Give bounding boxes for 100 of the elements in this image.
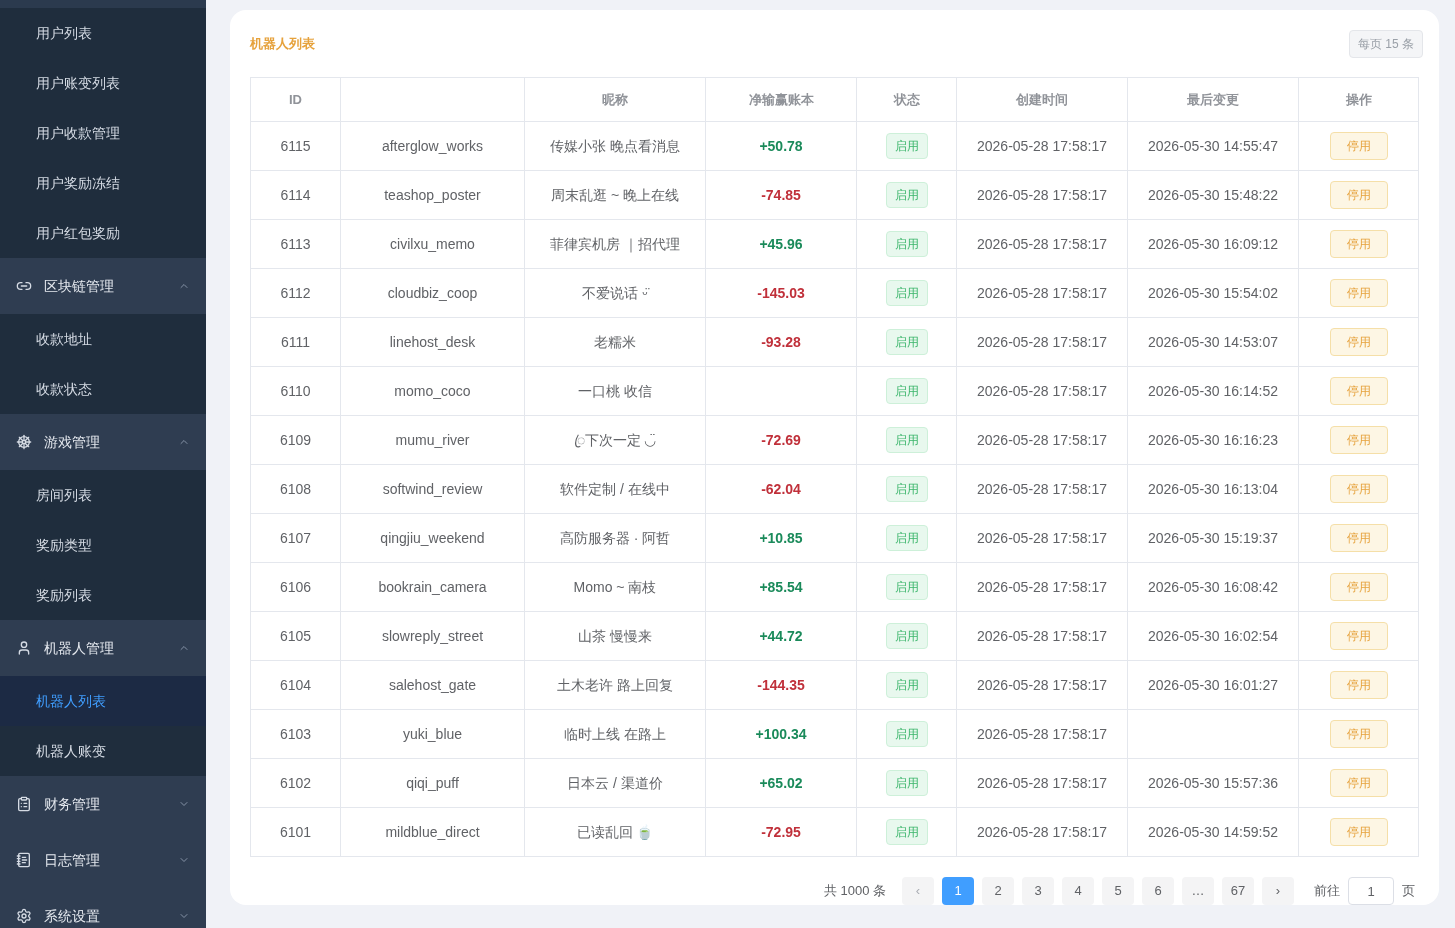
table-cell: slowreply_street (340, 611, 525, 661)
table-cell: 2026-05-28 17:58:17 (956, 611, 1128, 661)
table-cell: 2026-05-30 16:13:04 (1127, 464, 1299, 514)
table-cell: 2026-05-30 16:01:27 (1127, 660, 1299, 710)
status-tag: 启用 (885, 476, 928, 502)
table-cell: 高防服务器 · 阿哲 (524, 513, 706, 563)
page-button[interactable]: … (1182, 877, 1214, 905)
table-cell: 一口桃 收信 (524, 366, 706, 416)
status-tag: 启用 (885, 819, 928, 845)
table-cell: 6115 (250, 121, 341, 171)
table-cell: qiqi_puff (340, 758, 525, 808)
table-cell: 2026-05-28 17:58:17 (956, 317, 1128, 367)
table-cell: 2026-05-30 15:19:37 (1127, 513, 1299, 563)
table-cell: 6101 (250, 807, 341, 857)
page-button[interactable]: 67 (1222, 877, 1254, 905)
next-page-button[interactable]: › (1262, 877, 1294, 905)
page-size-badge: 每页 15 条 (1349, 29, 1423, 58)
table-cell: -93.28 (705, 317, 857, 367)
status-tag: 启用 (885, 133, 928, 159)
wheel-icon (16, 434, 32, 450)
status-tag: 启用 (885, 182, 928, 208)
menu-group[interactable]: 财务管理 (0, 776, 206, 832)
table-cell: 2026-05-30 15:48:22 (1127, 170, 1299, 220)
clipboard-icon (16, 796, 32, 812)
table-cell: 周末乱逛 ~ 晚上在线 (524, 170, 706, 220)
column-header: 最后变更 (1127, 77, 1299, 122)
column-header: 净输赢账本 (705, 77, 857, 122)
table-cell: 2026-05-28 17:58:17 (956, 415, 1128, 465)
table-cell: 6102 (250, 758, 341, 808)
status-tag: 启用 (885, 427, 928, 453)
table-cell: 6104 (250, 660, 341, 710)
status-tag: 启用 (885, 525, 928, 551)
menu-group[interactable]: 游戏管理 (0, 414, 206, 470)
table-cell: 2026-05-30 16:09:12 (1127, 219, 1299, 269)
table-cell: +10.85 (705, 513, 857, 563)
page-input[interactable]: 1 (1348, 877, 1394, 905)
table-cell: salehost_gate (340, 660, 525, 710)
table-cell: 2026-05-28 17:58:17 (956, 464, 1128, 514)
table-cell: 山茶 慢慢来 (524, 611, 706, 661)
table-cell: -72.69 (705, 415, 857, 465)
table-cell: +44.72 (705, 611, 857, 661)
menu-group[interactable]: 机器人管理 (0, 620, 206, 676)
table-cell: 2026-05-28 17:58:17 (956, 807, 1128, 857)
table-cell: 2026-05-30 16:02:54 (1127, 611, 1299, 661)
menu-item[interactable]: 机器人列表 (0, 676, 206, 726)
table-cell: 软件定制 / 在线中 (524, 464, 706, 514)
table-cell: 6114 (250, 170, 341, 220)
table-cell: bookrain_camera (340, 562, 525, 612)
table-cell: 2026-05-28 17:58:17 (956, 660, 1128, 710)
table-cell: 6107 (250, 513, 341, 563)
table-cell: 2026-05-28 17:58:17 (956, 121, 1128, 171)
table-cell: 2026-05-30 14:53:07 (1127, 317, 1299, 367)
status-tag: 启用 (885, 378, 928, 404)
column-header: 状态 (856, 77, 957, 122)
table-cell: civilxu_memo (340, 219, 525, 269)
status-tag: 启用 (885, 623, 928, 649)
table-cell: 日本云 / 渠道价 (524, 758, 706, 808)
total-count: 共 1000 条 (823, 882, 886, 901)
goto-label: 前往 (1314, 882, 1340, 901)
table-cell: 菲律宾机房 ｜招代理 (524, 219, 706, 269)
table-cell: 6111 (250, 317, 341, 367)
menu-group[interactable]: 区块链管理 (0, 258, 206, 314)
table-cell: cloudbiz_coop (340, 268, 525, 318)
table-cell: 2026-05-28 17:58:17 (956, 513, 1128, 563)
table-cell: afterglow_works (340, 121, 525, 171)
table-cell: -145.03 (705, 268, 857, 318)
column-header: 昵称 (524, 77, 706, 122)
table-cell: 不爱说话 ᵕ̈ (524, 268, 706, 318)
menu-group[interactable]: 日志管理 (0, 832, 206, 888)
table-cell: 2026-05-28 17:58:17 (956, 758, 1128, 808)
table-cell: ꦿ下次一定 ◡̈ (524, 415, 706, 465)
menu-group[interactable]: 系统设置 (0, 888, 206, 928)
table-cell: 已读乱回 🍵 (524, 807, 706, 857)
table-cell: 6106 (250, 562, 341, 612)
table-cell: qingjiu_weekend (340, 513, 525, 563)
page-button[interactable]: 5 (1102, 877, 1134, 905)
table-cell: -62.04 (705, 464, 857, 514)
table-cell: linehost_desk (340, 317, 525, 367)
table-cell: 2026-05-30 16:16:23 (1127, 415, 1299, 465)
page-unit: 页 (1402, 882, 1415, 901)
status-tag: 启用 (885, 672, 928, 698)
page-button[interactable]: 4 (1062, 877, 1094, 905)
table-cell: 6108 (250, 464, 341, 514)
table-cell: yuki_blue (340, 709, 525, 759)
table-cell: 6105 (250, 611, 341, 661)
table-cell: softwind_review (340, 464, 525, 514)
table-cell: 2026-05-28 17:58:17 (956, 562, 1128, 612)
table-cell: -74.85 (705, 170, 857, 220)
table-cell: 6103 (250, 709, 341, 759)
table-cell: Momo ~ 南枝 (524, 562, 706, 612)
table-cell: -72.95 (705, 807, 857, 857)
page-button[interactable]: 3 (1022, 877, 1054, 905)
table-cell: +50.78 (705, 121, 857, 171)
table-cell: 6113 (250, 219, 341, 269)
page-button[interactable]: 6 (1142, 877, 1174, 905)
status-tag: 启用 (885, 574, 928, 600)
page-button[interactable]: 2 (982, 877, 1014, 905)
table-cell: 2026-05-28 17:58:17 (956, 366, 1128, 416)
status-tag: 启用 (885, 231, 928, 257)
card-title: 机器人列表 (250, 34, 315, 53)
